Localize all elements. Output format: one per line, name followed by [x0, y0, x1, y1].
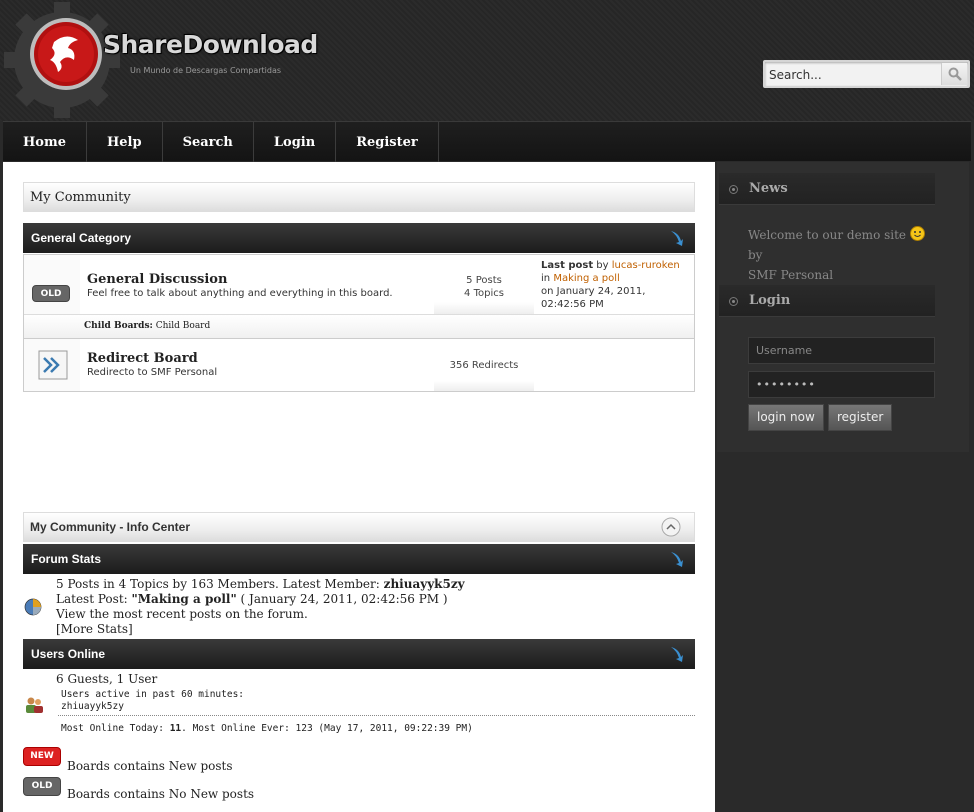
forum-stats-icon — [671, 552, 683, 567]
search-input[interactable] — [769, 65, 939, 85]
divider — [58, 715, 695, 716]
users-icon — [26, 697, 43, 713]
lastpost-time: 02:42:56 PM — [541, 299, 604, 310]
board-row: OLD General Discussion Feel free to talk… — [24, 255, 694, 315]
news-text: Welcome to our demo site by SMF Personal — [748, 225, 938, 285]
board-description: Feel free to talk about anything and eve… — [87, 288, 393, 299]
main-content: My Community General Category OLD Genera… — [3, 162, 715, 812]
nav-search[interactable]: Search — [163, 122, 254, 162]
child-boards-row: Child Boards: Child Board — [24, 315, 694, 339]
nav-help[interactable]: Help — [87, 122, 163, 162]
stats-pie-icon — [24, 598, 42, 616]
active-user-link[interactable]: zhiuayyk5zy — [61, 701, 244, 713]
nav-login[interactable]: Login — [254, 122, 337, 162]
sidebar: News Welcome to our demo site by SMF Per… — [717, 162, 969, 452]
lastpost-user-link[interactable]: lucas-ruroken — [612, 260, 680, 271]
bullet-icon — [729, 185, 738, 194]
forum-stats-title: Forum Stats — [31, 552, 102, 566]
redirect-icon — [38, 350, 68, 380]
search-box — [763, 60, 970, 88]
users-online-header: Users Online — [23, 639, 695, 669]
collapse-icon[interactable] — [669, 229, 685, 247]
board-icon-cell: OLD — [24, 255, 80, 314]
bullet-icon — [729, 297, 738, 306]
board-icon-cell — [24, 339, 80, 391]
username-field[interactable]: Username — [748, 337, 935, 364]
site-header: ShareDownload Un Mundo de Descargas Comp… — [0, 0, 974, 121]
forum-stats-body: 5 Posts in 4 Topics by 163 Members. Late… — [56, 577, 465, 637]
login-now-button[interactable]: login now — [748, 404, 824, 431]
board-topics: 4 Topics — [464, 288, 504, 299]
login-header: Login — [719, 285, 935, 317]
board-row: Redirect Board Redirecto to SMF Personal… — [24, 339, 694, 391]
category-header: General Category — [23, 223, 695, 253]
more-stats-link[interactable]: [More Stats] — [56, 622, 465, 637]
lastpost-by: by — [596, 260, 609, 271]
logo-gear-icon — [4, 2, 120, 118]
nav-register[interactable]: Register — [336, 122, 439, 162]
linktree-home[interactable]: My Community — [30, 190, 131, 205]
register-button[interactable]: register — [828, 404, 893, 431]
board-description: Redirecto to SMF Personal — [87, 367, 218, 378]
most-online-today: 11 — [169, 723, 182, 734]
search-icon — [948, 67, 962, 81]
news-header: News — [719, 173, 935, 205]
linktree: My Community — [23, 182, 695, 212]
child-board-link[interactable]: Child Board — [156, 321, 211, 331]
board-lastpost: Last post by lucas-ruroken in Making a p… — [541, 259, 691, 311]
lastpost-date: on January 24, 2011, — [541, 286, 646, 297]
latest-post-label: Latest Post: — [56, 592, 128, 606]
users-online-icon — [671, 647, 683, 662]
old-badge-icon: OLD — [23, 777, 61, 796]
board-stats: 5 Posts 4 Topics — [434, 255, 534, 314]
lastpost-topic-link[interactable]: Making a poll — [553, 273, 620, 284]
users-active-label: Users active in past 60 minutes: — [61, 689, 245, 700]
new-badge-icon: NEW — [23, 747, 61, 766]
stats-summary: 5 Posts in 4 Topics by 163 Members. Late… — [56, 577, 380, 591]
nav-home[interactable]: Home — [3, 122, 87, 162]
logo-subtitle: Un Mundo de Descargas Compartidas — [130, 66, 282, 75]
board-list: OLD General Discussion Feel free to talk… — [23, 254, 695, 392]
legend-old-text: Boards contains No New posts — [67, 787, 255, 801]
password-field[interactable]: •••••••• — [748, 371, 935, 398]
lastpost-label: Last post — [541, 260, 594, 271]
latest-post-link[interactable]: "Making a poll" — [132, 592, 237, 606]
collapse-toggle-icon[interactable] — [660, 516, 682, 538]
board-name[interactable]: Redirect Board — [87, 351, 198, 366]
smiley-icon — [909, 226, 925, 241]
latest-member-link[interactable]: zhiuayyk5zy — [384, 577, 465, 591]
child-boards-label: Child Boards: — [84, 321, 153, 331]
users-online-summary: 6 Guests, 1 User — [56, 672, 158, 686]
board-redirects: 356 Redirects — [434, 339, 534, 391]
info-center-title: My Community - Info Center — [30, 520, 191, 534]
old-badge-icon: OLD — [32, 285, 70, 302]
logo-title: ShareDownload — [103, 30, 318, 59]
board-name[interactable]: General Discussion — [87, 272, 227, 287]
recent-posts-link[interactable]: View the most recent posts on the forum. — [56, 607, 465, 622]
info-center-header: My Community - Info Center — [23, 512, 695, 542]
users-online-title: Users Online — [31, 647, 106, 661]
board-posts: 5 Posts — [466, 275, 502, 286]
lastpost-in: in — [541, 273, 551, 284]
forum-stats-header: Forum Stats — [23, 544, 695, 574]
main-nav: Home Help Search Login Register — [3, 121, 971, 162]
category-title[interactable]: General Category — [31, 231, 131, 245]
most-online: Most Online Today: 11. Most Online Ever:… — [61, 723, 473, 734]
users-active-block: Users active in past 60 minutes: zhiuayy… — [61, 689, 244, 713]
latest-post-date: ( January 24, 2011, 02:42:56 PM ) — [240, 592, 448, 606]
search-button[interactable] — [941, 63, 967, 85]
legend-new-text: Boards contains New posts — [67, 759, 233, 773]
login-title: Login — [749, 293, 791, 308]
news-title: News — [749, 181, 788, 196]
